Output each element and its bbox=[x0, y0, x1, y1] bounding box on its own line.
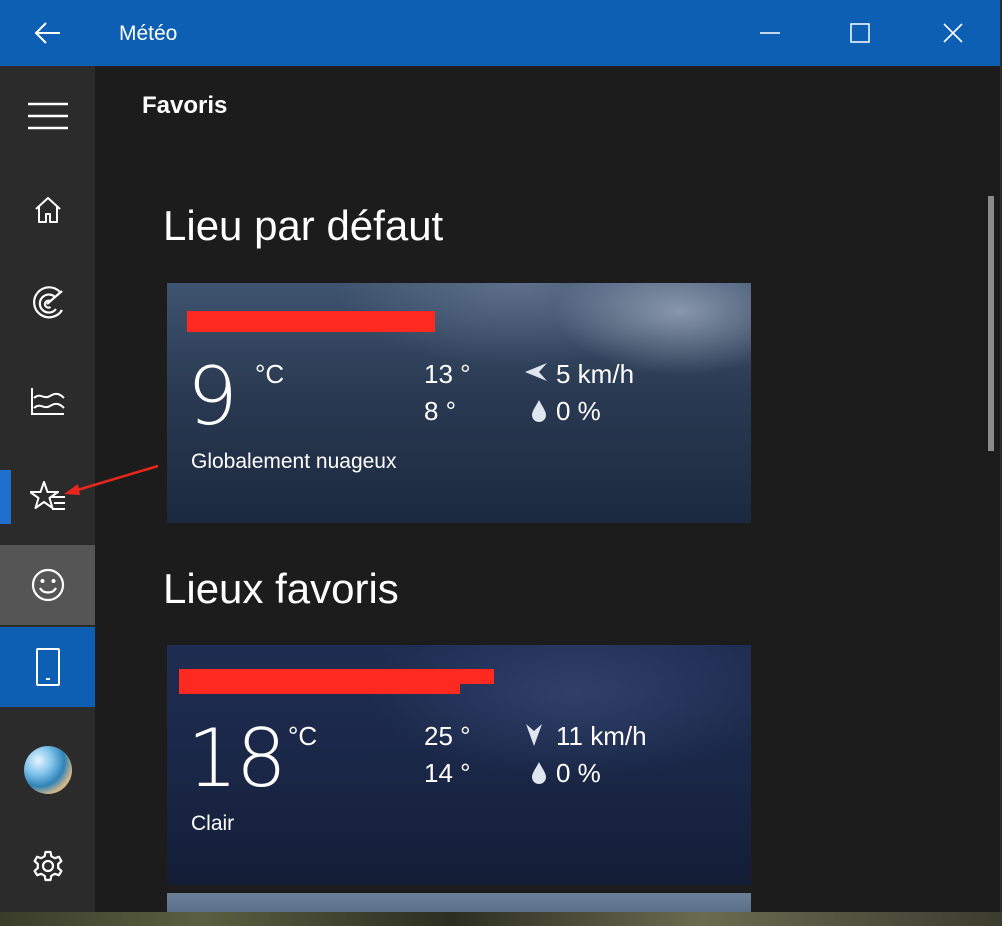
close-button[interactable] bbox=[928, 0, 978, 66]
annotation-arrow-icon bbox=[64, 464, 159, 495]
hamburger-menu-icon bbox=[27, 102, 68, 130]
temperature-unit: °C bbox=[288, 721, 318, 751]
desktop-background bbox=[0, 912, 1002, 926]
default-location-card[interactable]: 9 °C 13 ° 8 ° 5 km/h 0 % Globalement nua… bbox=[167, 283, 751, 523]
precipitation-chance: 0 % bbox=[556, 396, 601, 426]
settings-gear-icon bbox=[33, 850, 62, 882]
sidebar-item-phone[interactable] bbox=[0, 627, 95, 707]
minimize-button[interactable] bbox=[745, 0, 795, 66]
redacted-location-name bbox=[187, 311, 435, 332]
sidebar-item-home[interactable] bbox=[0, 170, 95, 250]
high-temperature: 13 ° bbox=[424, 359, 471, 389]
hamburger-menu-button[interactable] bbox=[0, 76, 95, 156]
avatar bbox=[23, 746, 72, 794]
page-title: Favoris bbox=[142, 92, 228, 119]
weather-condition: Clair bbox=[191, 812, 235, 835]
historical-weather-icon bbox=[30, 388, 65, 415]
wind-speed: 5 km/h bbox=[556, 359, 635, 389]
favorites-page: Favoris Lieu par défaut 9 °C 13 ° 8 ° 5 … bbox=[95, 66, 1000, 914]
high-temperature: 25 ° bbox=[424, 721, 471, 751]
radar-icon bbox=[32, 286, 63, 319]
sidebar-item-radar[interactable] bbox=[0, 264, 95, 344]
wind-direction-icon bbox=[525, 363, 547, 381]
low-temperature: 14 ° bbox=[424, 758, 471, 788]
temperature-unit: °C bbox=[255, 359, 285, 389]
vertical-scrollbar[interactable] bbox=[988, 196, 994, 451]
favorite-location-card-partial[interactable] bbox=[167, 893, 751, 914]
raindrop-icon bbox=[532, 400, 546, 422]
precipitation-chance: 0 % bbox=[556, 758, 601, 788]
sidebar-item-feedback[interactable] bbox=[0, 545, 95, 625]
title-bar: Météo bbox=[0, 0, 1000, 66]
sidebar-item-historical[interactable] bbox=[0, 361, 95, 441]
weather-app-window: Météo Favoris Lieu par défaut 9 °C 13 ° … bbox=[0, 0, 1000, 914]
maximize-button[interactable] bbox=[835, 0, 885, 66]
current-temperature: 18 bbox=[187, 712, 287, 805]
wind-direction-icon bbox=[526, 724, 542, 746]
minimize-icon bbox=[760, 32, 780, 34]
feedback-smiley-icon bbox=[31, 568, 64, 602]
wind-speed: 11 km/h bbox=[556, 721, 647, 751]
favorite-locations-heading: Lieux favoris bbox=[163, 565, 399, 612]
default-location-heading: Lieu par défaut bbox=[163, 202, 444, 249]
back-button[interactable] bbox=[0, 0, 95, 66]
sidebar-item-settings[interactable] bbox=[0, 826, 95, 906]
app-title: Météo bbox=[119, 22, 178, 45]
home-icon bbox=[34, 197, 61, 223]
maximize-icon bbox=[850, 23, 870, 43]
raindrop-icon bbox=[532, 762, 546, 784]
back-arrow-icon bbox=[34, 22, 60, 44]
weather-condition: Globalement nuageux bbox=[191, 450, 397, 473]
redacted-location-name-2 bbox=[179, 680, 460, 694]
phone-icon bbox=[35, 648, 60, 686]
close-icon bbox=[943, 23, 963, 43]
favorite-location-card[interactable]: 18 °C 25 ° 14 ° 11 km/h 0 % Clair bbox=[167, 645, 751, 885]
current-temperature: 9 bbox=[187, 350, 238, 443]
sidebar-item-account[interactable] bbox=[0, 730, 95, 810]
low-temperature: 8 ° bbox=[424, 396, 457, 426]
